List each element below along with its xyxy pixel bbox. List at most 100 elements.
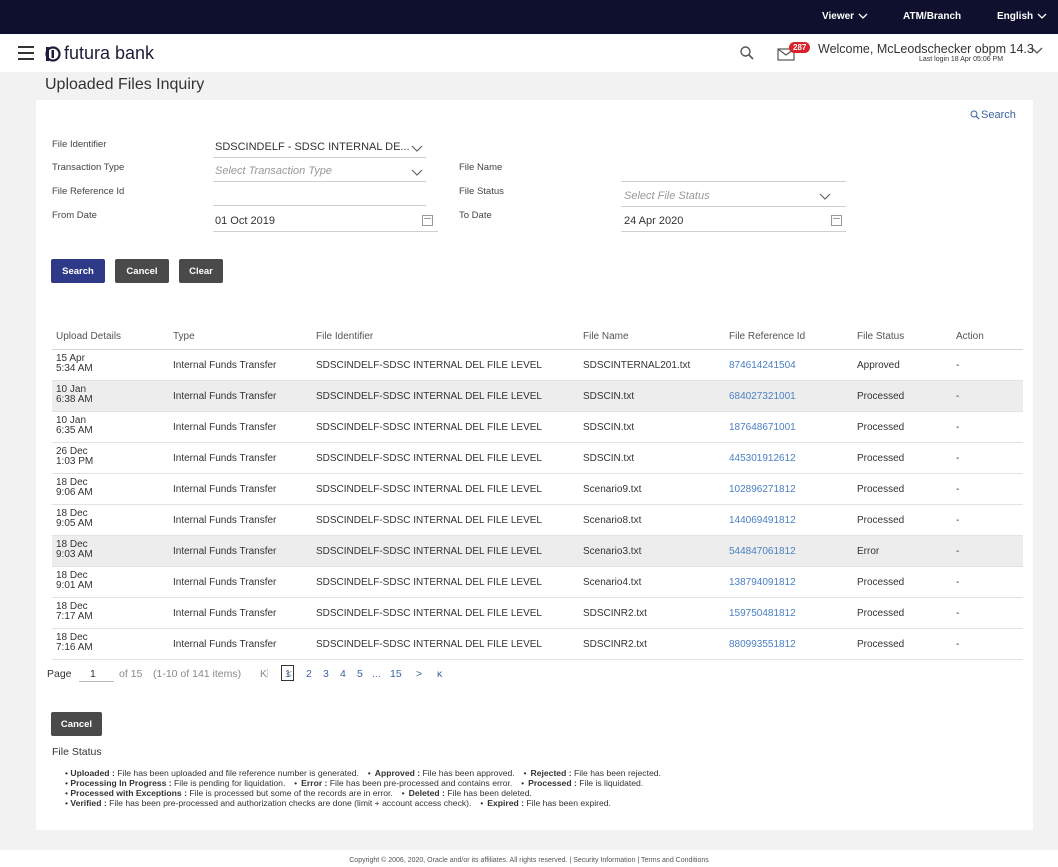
to-date-underline <box>621 231 846 232</box>
type-cell: Internal Funds Transfer <box>173 639 277 650</box>
action-cell: - <box>956 453 960 464</box>
page-15-button[interactable]: 15 <box>390 668 402 680</box>
page-title: Uploaded Files Inquiry <box>45 76 205 93</box>
column-header-file-name: File Name <box>583 331 629 342</box>
upload-details-cell: 10 Jan 6:38 AM <box>56 384 93 405</box>
bottom-cancel-button[interactable]: Cancel <box>51 712 102 736</box>
welcome-text[interactable]: Welcome, McLeodschecker obpm 14.3 <box>818 42 1034 56</box>
chevron-down-icon <box>1037 13 1047 19</box>
type-cell: Internal Funds Transfer <box>173 608 277 619</box>
chevron-down-icon[interactable] <box>819 193 831 201</box>
file-reference-link[interactable]: 880993551812 <box>729 639 796 650</box>
last-login-text: Last login 18 Apr 05:06 PM <box>919 56 1004 63</box>
from-date-input[interactable]: 01 Oct 2019 <box>215 215 275 227</box>
chevron-down-icon[interactable] <box>1031 47 1043 55</box>
file-reference-link[interactable]: 138794091812 <box>729 577 796 588</box>
branch-label: ATM/Branch <box>903 11 962 22</box>
page-input-underline <box>79 681 114 682</box>
file-status-cell: Processed <box>857 391 905 402</box>
file-identifier-cell: SDSCINDELF-SDSC INTERNAL DEL FILE LEVEL <box>316 515 542 526</box>
file-name-cell: SDSCIN.txt <box>583 391 635 402</box>
table-row[interactable]: 18 Dec 9:01 AM Internal Funds Transfer SD… <box>52 567 1023 598</box>
brand-name: futura bank <box>64 43 155 63</box>
file-identifier-cell: SDSCINDELF-SDSC INTERNAL DEL FILE LEVEL <box>316 608 542 619</box>
page-number-input[interactable]: 1 <box>90 668 96 680</box>
file-status-cell: Processed <box>857 484 905 495</box>
to-date-input[interactable]: 24 Apr 2020 <box>624 215 683 227</box>
file-reference-link[interactable]: 544847061812 <box>729 546 796 557</box>
file-name-input[interactable] <box>621 181 846 182</box>
file-status-cell: Processed <box>857 577 905 588</box>
chevron-down-icon[interactable] <box>411 145 423 153</box>
table-row[interactable]: 18 Dec 7:17 AM Internal Funds Transfer SD… <box>52 598 1023 629</box>
table-row[interactable]: 10 Jan 6:38 AM Internal Funds Transfer SD… <box>52 381 1023 412</box>
cancel-button[interactable]: Cancel <box>115 259 169 283</box>
language-dropdown[interactable]: English <box>997 11 1047 22</box>
file-name-label: File Name <box>459 162 503 173</box>
page-4-button[interactable]: 4 <box>340 668 346 680</box>
page-3-button[interactable]: 3 <box>323 668 329 680</box>
file-status-cell: Processed <box>857 639 905 650</box>
type-cell: Internal Funds Transfer <box>173 391 277 402</box>
calendar-icon[interactable] <box>831 215 842 226</box>
upload-details-cell: 18 Dec 9:01 AM <box>56 570 93 591</box>
from-date-label: From Date <box>52 210 97 221</box>
file-name-cell: Scenario3.txt <box>583 546 642 557</box>
file-reference-link[interactable]: 684027321001 <box>729 391 796 402</box>
language-label: English <box>997 11 1034 22</box>
file-status-cell: Approved <box>857 360 900 371</box>
upload-details-cell: 18 Dec 7:16 AM <box>56 632 93 653</box>
transaction-type-select[interactable]: Select Transaction Type <box>215 165 332 177</box>
file-status-cell: Processed <box>857 422 905 433</box>
branch-link[interactable]: ATM/Branch <box>903 11 961 22</box>
file-name-cell: SDSCIN.txt <box>583 422 635 433</box>
table-row[interactable]: 18 Dec 9:05 AM Internal Funds Transfer SD… <box>52 505 1023 536</box>
table-row[interactable]: 15 Apr 5:34 AM Internal Funds Transfer SD… <box>52 350 1023 381</box>
file-identifier-cell: SDSCINDELF-SDSC INTERNAL DEL FILE LEVEL <box>316 484 542 495</box>
file-name-cell: Scenario8.txt <box>583 515 642 526</box>
file-reference-link[interactable]: 144069491812 <box>729 515 796 526</box>
calendar-icon[interactable] <box>422 215 433 226</box>
search-link[interactable]: Search <box>970 109 1016 121</box>
column-header-file-identifier: File Identifier <box>316 331 374 342</box>
table-row[interactable]: 18 Dec 9:06 AM Internal Funds Transfer SD… <box>52 474 1023 505</box>
footer: Copyright © 2006, 2020, Oracle and/or it… <box>0 850 1058 867</box>
last-page-button[interactable]: κ <box>437 668 442 680</box>
page-2-button[interactable]: 2 <box>306 668 312 680</box>
file-reference-link[interactable]: 187648671001 <box>729 422 796 433</box>
column-header-action: Action <box>956 331 984 342</box>
file-reference-link[interactable]: 102896271812 <box>729 484 796 495</box>
file-status-underline <box>621 206 846 207</box>
file-identifier-label: File Identifier <box>52 139 107 150</box>
chevron-down-icon[interactable] <box>411 169 423 177</box>
menu-icon[interactable] <box>18 46 34 60</box>
table-row[interactable]: 18 Dec 7:16 AM Internal Funds Transfer SD… <box>52 629 1023 660</box>
table-row[interactable]: 10 Jan 6:35 AM Internal Funds Transfer SD… <box>52 412 1023 443</box>
page-5-button[interactable]: 5 <box>357 668 363 680</box>
file-status-label: File Status <box>459 186 504 197</box>
pagination-divider: | <box>266 667 269 679</box>
action-cell: - <box>956 608 960 619</box>
file-reference-link[interactable]: 159750481812 <box>729 608 796 619</box>
page-label: Page <box>47 668 72 680</box>
action-cell: - <box>956 577 960 588</box>
table-row[interactable]: 26 Dec 1:03 PM Internal Funds Transfer SD… <box>52 443 1023 474</box>
notification-badge: 287 <box>789 42 811 53</box>
search-button[interactable]: Search <box>51 259 105 283</box>
viewer-dropdown[interactable]: Viewer <box>822 11 868 22</box>
file-reference-link[interactable]: 445301912612 <box>729 453 796 464</box>
next-page-button[interactable]: > <box>416 668 422 680</box>
type-cell: Internal Funds Transfer <box>173 515 277 526</box>
upload-details-cell: 15 Apr 5:34 AM <box>56 353 93 374</box>
action-cell: - <box>956 484 960 495</box>
upload-details-cell: 18 Dec 9:03 AM <box>56 539 93 560</box>
search-icon[interactable] <box>739 45 755 61</box>
file-reference-link[interactable]: 874614241504 <box>729 360 796 371</box>
type-cell: Internal Funds Transfer <box>173 546 277 557</box>
file-identifier-select[interactable]: SDSCINDELF - SDSC INTERNAL DE... <box>215 141 410 153</box>
file-status-select[interactable]: Select File Status <box>624 190 710 202</box>
table-row[interactable]: 18 Dec 9:03 AM Internal Funds Transfer SD… <box>52 536 1023 567</box>
clear-button[interactable]: Clear <box>179 259 223 283</box>
brand-logo[interactable]: futura bank <box>43 43 154 64</box>
file-reference-input[interactable] <box>213 205 426 206</box>
